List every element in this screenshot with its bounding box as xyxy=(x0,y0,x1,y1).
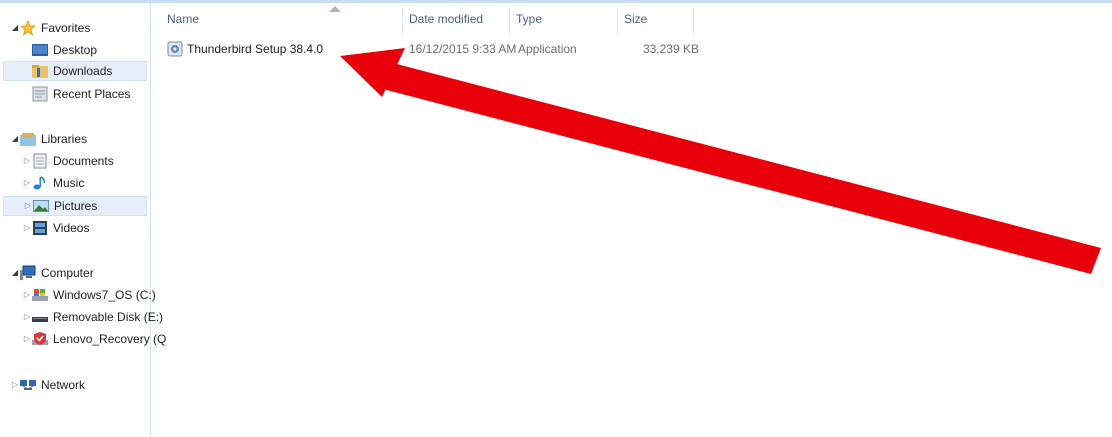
column-header-date-modified[interactable]: Date modified xyxy=(403,9,510,35)
nav-item-drive-c-label: Windows7_OS (C:) xyxy=(53,288,156,302)
nav-item-documents[interactable]: ▷ Documents xyxy=(22,151,114,171)
documents-icon xyxy=(32,153,48,169)
nav-item-pictures[interactable]: ▷ Pictures xyxy=(3,196,147,216)
collapsed-triangle-icon[interactable]: ▷ xyxy=(22,329,32,349)
nav-item-recovery-drive-label: Lenovo_Recovery (Q xyxy=(53,332,167,346)
nav-item-videos[interactable]: ▷ Videos xyxy=(22,218,89,238)
downloads-folder-icon xyxy=(32,63,48,79)
nav-item-documents-label: Documents xyxy=(53,154,114,168)
nav-item-recovery-drive[interactable]: ▷ Lenovo_Recovery (Q xyxy=(22,329,166,349)
collapsed-triangle-icon[interactable]: ▷ xyxy=(22,307,32,327)
drive-c-icon xyxy=(32,287,48,303)
expanded-triangle-icon[interactable]: ◢ xyxy=(10,263,20,283)
videos-icon xyxy=(32,220,48,236)
collapsed-triangle-icon[interactable]: ▷ xyxy=(10,375,20,395)
pictures-icon xyxy=(33,198,49,214)
collapsed-triangle-icon[interactable]: ▷ xyxy=(22,218,32,238)
libraries-icon xyxy=(20,131,36,147)
nav-favorites-label: Favorites xyxy=(41,21,91,35)
column-header-name[interactable]: Name xyxy=(161,9,403,35)
nav-computer[interactable]: ◢ Computer xyxy=(10,263,94,283)
collapsed-triangle-icon[interactable]: ▷ xyxy=(22,151,32,171)
nav-network-label: Network xyxy=(41,378,86,392)
nav-favorites[interactable]: ◢ Favorites xyxy=(10,18,90,38)
nav-libraries[interactable]: ◢ Libraries xyxy=(10,129,87,149)
file-size: 33,239 KB xyxy=(642,42,699,56)
removable-disk-icon xyxy=(32,309,48,325)
column-header-size[interactable]: Size xyxy=(618,9,694,35)
file-date-modified: 16/12/2015 9:33 AM xyxy=(409,42,517,56)
collapsed-triangle-icon[interactable]: ▷ xyxy=(23,196,33,216)
music-icon xyxy=(32,175,48,191)
nav-item-desktop-label: Desktop xyxy=(53,43,98,57)
column-header-type[interactable]: Type xyxy=(510,9,618,35)
nav-item-pictures-label: Pictures xyxy=(54,199,98,213)
navigation-pane: ◢ Favorites Desktop Downloads Recent Pla… xyxy=(0,3,166,437)
file-name[interactable]: Thunderbird Setup 38.4.0 xyxy=(187,38,323,60)
favorites-star-icon xyxy=(19,19,37,36)
nav-item-music[interactable]: ▷ Music xyxy=(22,173,84,193)
file-list-pane: Name Date modified Type Size Thunderbird… xyxy=(151,3,1112,437)
nav-item-videos-label: Videos xyxy=(53,221,90,235)
nav-item-desktop[interactable]: Desktop xyxy=(32,40,97,60)
expanded-triangle-icon[interactable]: ◢ xyxy=(10,129,20,149)
nav-item-downloads[interactable]: Downloads xyxy=(3,61,147,81)
nav-item-removable-disk[interactable]: ▷ Removable Disk (E:) xyxy=(22,307,163,327)
nav-item-recent-places-label: Recent Places xyxy=(53,87,131,101)
desktop-icon xyxy=(32,42,48,58)
computer-icon xyxy=(20,265,36,281)
recent-places-icon xyxy=(32,86,48,102)
nav-computer-label: Computer xyxy=(41,266,94,280)
nav-item-downloads-label: Downloads xyxy=(53,64,113,78)
nav-item-drive-c[interactable]: ▷ Windows7_OS (C:) xyxy=(22,285,156,305)
nav-item-music-label: Music xyxy=(53,176,85,190)
collapsed-triangle-icon[interactable]: ▷ xyxy=(22,285,32,305)
installer-icon xyxy=(167,38,187,60)
expanded-triangle-icon[interactable]: ◢ xyxy=(10,18,20,38)
file-row[interactable]: Thunderbird Setup 38.4.0 16/12/2015 9:33… xyxy=(161,38,721,60)
nav-libraries-label: Libraries xyxy=(41,132,88,146)
nav-item-removable-disk-label: Removable Disk (E:) xyxy=(53,310,164,324)
recovery-drive-icon xyxy=(32,331,48,347)
nav-network[interactable]: ▷ Network xyxy=(10,375,85,395)
collapsed-triangle-icon[interactable]: ▷ xyxy=(22,173,32,193)
network-icon xyxy=(20,377,36,393)
file-type: Application xyxy=(518,42,577,56)
nav-item-recent-places[interactable]: Recent Places xyxy=(32,84,130,104)
